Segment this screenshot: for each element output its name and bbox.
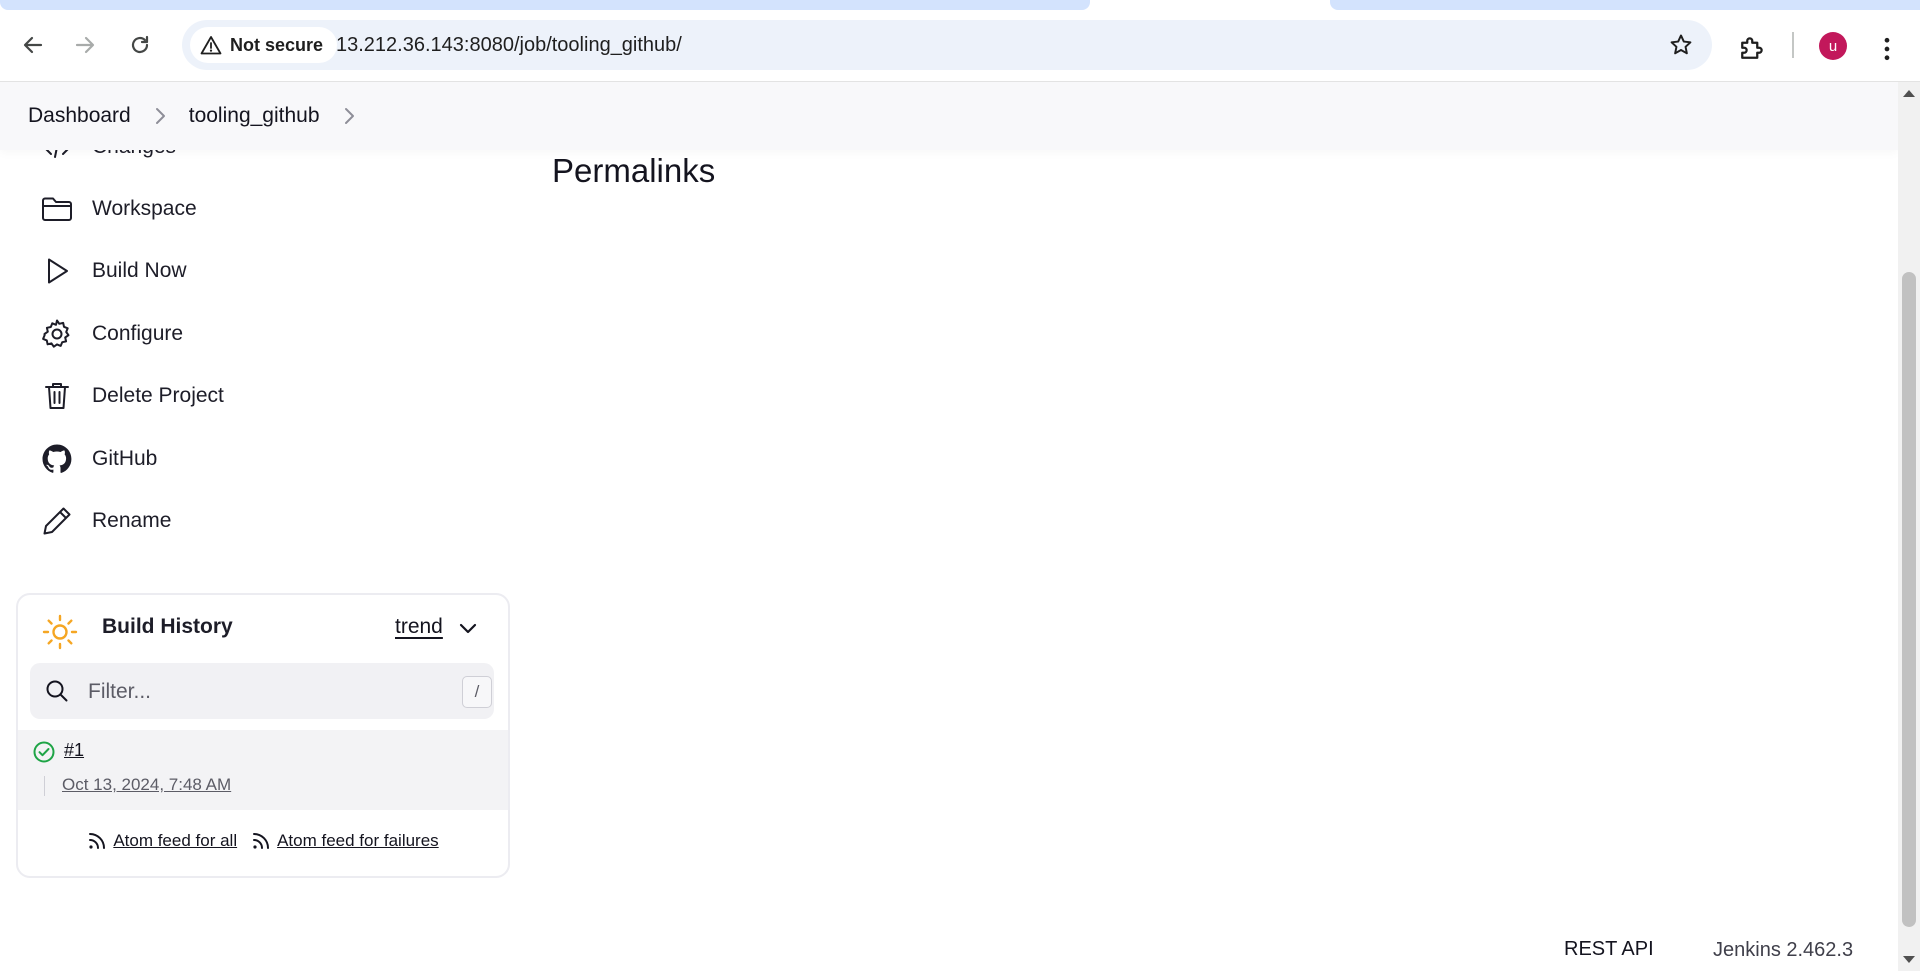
search-icon: [46, 680, 68, 702]
sidebar-item-label: Configure: [92, 322, 184, 345]
tab-strip: [0, 0, 1920, 10]
sidebar-item-label: Delete Project: [92, 384, 224, 407]
back-button[interactable]: [14, 26, 52, 64]
sidebar-item-workspace[interactable]: Workspace: [40, 189, 197, 229]
address-bar[interactable]: Not secure 13.212.36.143:8080/job/toolin…: [182, 20, 1712, 70]
trash-icon: [45, 383, 69, 409]
security-indicator[interactable]: Not secure: [190, 27, 338, 63]
keyboard-shortcut-badge: /: [462, 676, 492, 708]
sun-icon: [42, 614, 78, 650]
jenkins-page: Dashboard tooling_github Changes Workspa…: [0, 82, 1898, 971]
sidebar-item-label: GitHub: [92, 447, 158, 470]
folder-icon: [42, 197, 72, 221]
atom-feed-all-label: Atom feed for all: [113, 831, 238, 850]
sidebar-item-rename[interactable]: Rename: [40, 501, 171, 541]
atom-feed-failures-link[interactable]: Atom feed for failures: [251, 826, 439, 856]
reload-button[interactable]: [121, 26, 159, 64]
page-scrollbar[interactable]: [1898, 82, 1920, 971]
sidebar-item-github[interactable]: GitHub: [40, 439, 157, 479]
success-check-icon: [33, 741, 55, 763]
page-heading: Permalinks: [552, 152, 716, 189]
build-number-link[interactable]: #1: [64, 740, 84, 761]
arrow-left-icon: [23, 36, 43, 54]
atom-feeds: Atom feed for all Atom feed for failures: [18, 826, 508, 856]
profile-avatar[interactable]: u: [1819, 32, 1847, 60]
breadcrumb-job[interactable]: tooling_github: [189, 104, 320, 128]
sidebar-item-build-now[interactable]: Build Now: [40, 251, 187, 291]
browser-tab[interactable]: [1330, 0, 1920, 10]
atom-feed-failures-label: Atom feed for failures: [277, 831, 439, 850]
reload-icon: [131, 35, 149, 54]
rest-api-link[interactable]: REST API: [1564, 938, 1654, 961]
rss-icon: [253, 833, 270, 849]
sidebar-item-configure[interactable]: Configure: [40, 314, 183, 354]
build-history-header: Build History trend: [18, 595, 508, 661]
kebab-menu-icon: [1884, 37, 1890, 61]
browser-menu-button[interactable]: [1872, 34, 1902, 69]
sidebar-item-label: Build Now: [92, 259, 187, 282]
toolbar-divider: [1792, 32, 1794, 58]
security-label: Not secure: [230, 34, 324, 55]
forward-button[interactable]: [66, 26, 104, 64]
scroll-down-arrow-icon[interactable]: [1903, 956, 1915, 963]
scroll-up-arrow-icon[interactable]: [1903, 90, 1915, 97]
breadcrumb: Dashboard tooling_github: [0, 82, 1898, 150]
build-filter[interactable]: /: [30, 663, 494, 721]
browser-tab[interactable]: [0, 0, 1090, 10]
sidebar-item-delete-project[interactable]: Delete Project: [40, 376, 224, 416]
breadcrumb-dashboard[interactable]: Dashboard: [28, 104, 131, 128]
url-text[interactable]: 13.212.36.143:8080/job/tooling_github/: [336, 34, 682, 57]
build-history-title: Build History: [102, 615, 233, 638]
pencil-icon: [43, 507, 71, 535]
warning-icon: [200, 36, 222, 55]
jenkins-version-button[interactable]: Jenkins 2.462.3: [1713, 939, 1853, 962]
build-date-link[interactable]: Oct 13, 2024, 7:48 AM: [62, 775, 231, 795]
bookmark-button[interactable]: [1668, 32, 1694, 63]
build-history-widget: Build History trend / #1 Oct 13, 2024, 7…: [16, 593, 510, 878]
filter-input[interactable]: [86, 663, 430, 721]
build-row[interactable]: #1 Oct 13, 2024, 7:48 AM: [18, 730, 508, 810]
sidebar-item-label: Workspace: [92, 197, 197, 220]
puzzle-icon: [1741, 37, 1763, 59]
chevron-right-icon[interactable]: [153, 106, 167, 126]
build-divider: [44, 776, 45, 796]
chevron-down-icon[interactable]: [458, 619, 478, 639]
atom-feed-all-link[interactable]: Atom feed for all: [87, 826, 237, 856]
sidebar-item-label: Rename: [92, 509, 172, 532]
trend-link[interactable]: trend: [395, 615, 443, 639]
play-icon: [48, 258, 68, 284]
arrow-right-icon: [75, 36, 95, 54]
scroll-thumb[interactable]: [1902, 272, 1916, 927]
rss-icon: [89, 833, 106, 849]
chevron-right-icon[interactable]: [342, 106, 356, 126]
github-icon: [42, 444, 72, 473]
star-icon: [1670, 34, 1692, 55]
browser-toolbar: Not secure 13.212.36.143:8080/job/toolin…: [0, 10, 1920, 82]
gear-icon: [42, 319, 70, 348]
extensions-button[interactable]: [1736, 34, 1766, 69]
